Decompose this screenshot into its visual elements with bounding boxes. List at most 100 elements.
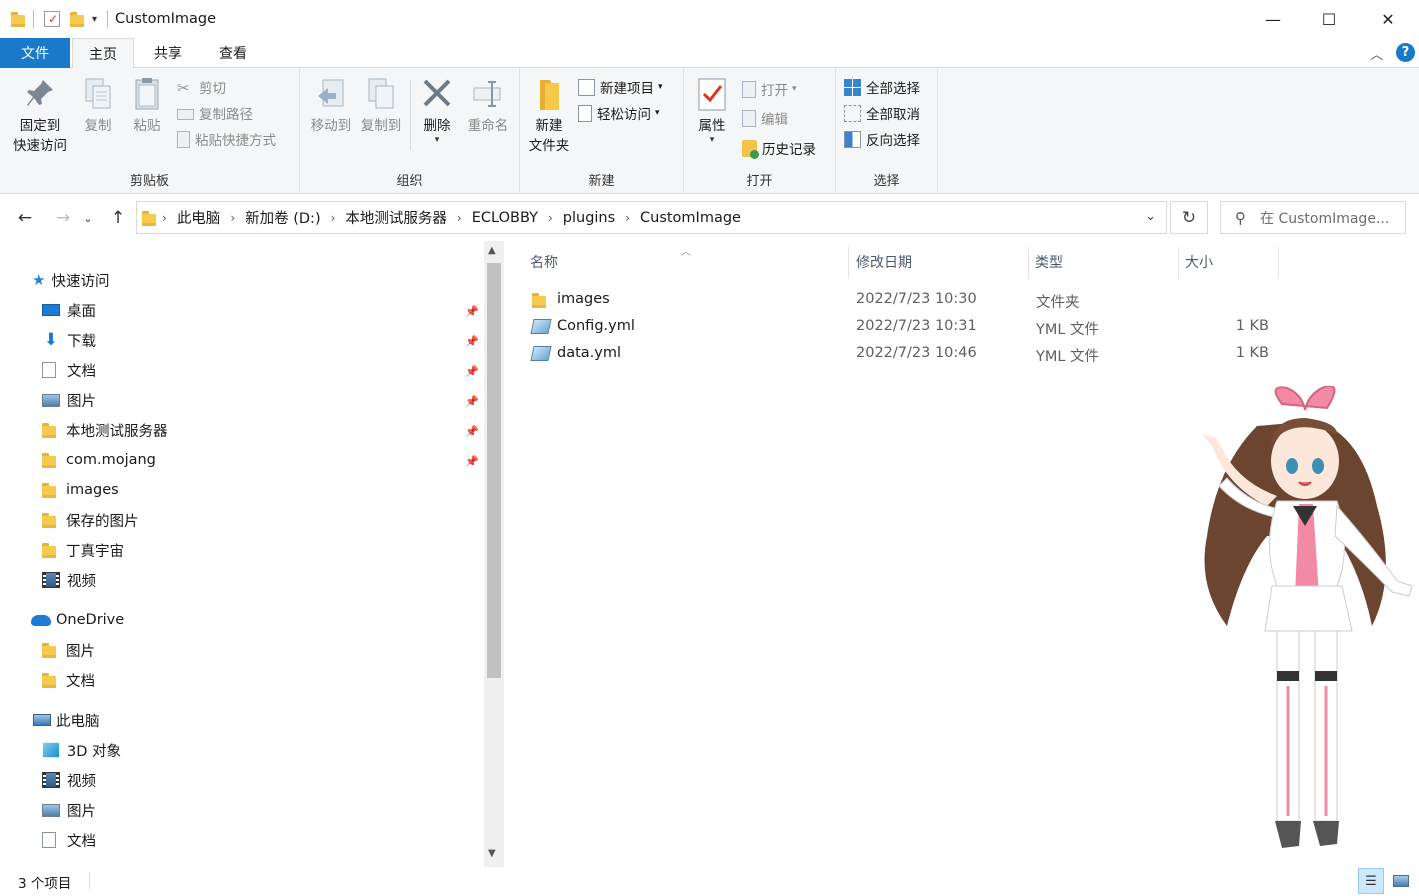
- up-button[interactable]: ↑: [104, 203, 132, 233]
- pin-icon[interactable]: 📌: [465, 364, 479, 378]
- address-dropdown-icon[interactable]: ⌄: [1145, 209, 1156, 224]
- tab-file[interactable]: 文件: [0, 38, 70, 68]
- nav-desktop[interactable]: 桌面: [42, 296, 96, 324]
- nav-3d-objects[interactable]: 3D 对象: [42, 736, 121, 764]
- edit-label: 编辑: [761, 112, 788, 128]
- tab-share[interactable]: 共享: [138, 38, 198, 68]
- copy-to-button[interactable]: 复制到: [356, 76, 406, 136]
- column-name[interactable]: 名称: [530, 249, 558, 275]
- paste-shortcut-button[interactable]: 粘贴快捷方式: [177, 127, 276, 151]
- breadcrumb-separator[interactable]: ›: [542, 211, 559, 225]
- breadcrumb-eclobby[interactable]: ECLOBBY: [468, 210, 542, 226]
- copy-button[interactable]: 复制: [78, 76, 118, 136]
- new-item-button[interactable]: 新建项目 ▾: [578, 75, 663, 99]
- column-size[interactable]: 大小: [1185, 249, 1213, 275]
- breadcrumb-customimage[interactable]: CustomImage: [636, 210, 745, 226]
- easy-access-button[interactable]: 轻松访问 ▾: [578, 101, 660, 125]
- nav-onedrive-documents[interactable]: 文档: [42, 666, 95, 694]
- pin-icon[interactable]: 📌: [465, 394, 479, 408]
- pin-icon[interactable]: 📌: [465, 334, 479, 348]
- breadcrumb-this-pc[interactable]: 此电脑: [173, 207, 225, 228]
- nav-dingzhen[interactable]: 丁真宇宙: [42, 536, 124, 564]
- up-arrow-icon: ↑: [110, 208, 126, 228]
- new-folder-label-2: 文件夹: [528, 138, 570, 154]
- nav-onedrive[interactable]: OneDrive: [31, 606, 124, 634]
- customize-toolbar-icon[interactable]: ▾: [92, 14, 97, 25]
- clipboard-group-label: 剪贴板: [129, 174, 169, 189]
- close-button[interactable]: ✕: [1359, 0, 1417, 38]
- edit-button[interactable]: 编辑: [742, 106, 788, 130]
- refresh-button[interactable]: ↻: [1170, 201, 1208, 234]
- nav-pc-videos[interactable]: 视频: [42, 766, 96, 794]
- nav-com-mojang[interactable]: com.mojang: [42, 446, 156, 474]
- nav-pc-pictures[interactable]: 图片: [42, 796, 96, 824]
- delete-button[interactable]: 删除 ▾: [416, 76, 458, 145]
- forward-button[interactable]: →: [49, 203, 77, 233]
- new-folder-button[interactable]: 新建 文件夹: [524, 76, 574, 156]
- large-icons-view-button[interactable]: [1388, 868, 1414, 894]
- nav-images[interactable]: images: [42, 476, 119, 504]
- file-row[interactable]: data.yml 2022/7/23 10:46 YML 文件 1 KB: [525, 340, 1285, 367]
- copy-path-button[interactable]: 复制路径: [177, 101, 253, 125]
- select-none-button[interactable]: 全部取消: [844, 101, 920, 125]
- select-all-button[interactable]: 全部选择: [844, 75, 920, 99]
- column-divider[interactable]: [848, 247, 849, 279]
- help-icon[interactable]: ?: [1396, 43, 1415, 62]
- invert-selection-button[interactable]: 反向选择: [844, 127, 920, 151]
- open-button[interactable]: 打开 ▾: [742, 77, 797, 101]
- back-button[interactable]: ←: [11, 203, 39, 233]
- cut-button[interactable]: ✂ 剪切: [177, 75, 226, 99]
- file-row[interactable]: Config.yml 2022/7/23 10:31 YML 文件 1 KB: [525, 313, 1285, 340]
- breadcrumb-separator[interactable]: ›: [325, 211, 342, 225]
- column-date[interactable]: 修改日期: [856, 249, 912, 275]
- details-view-button[interactable]: ☰: [1358, 868, 1384, 894]
- select-all-icon: [844, 78, 861, 96]
- rename-button[interactable]: 重命名: [463, 76, 513, 136]
- nav-videos[interactable]: 视频: [42, 566, 96, 594]
- column-divider[interactable]: [1278, 247, 1279, 279]
- minimize-button[interactable]: —: [1244, 0, 1302, 38]
- nav-pc-documents[interactable]: 文档: [42, 826, 96, 854]
- properties-check-icon[interactable]: ✓: [44, 11, 60, 27]
- maximize-button[interactable]: ☐: [1300, 0, 1358, 38]
- nav-this-pc[interactable]: 此电脑: [33, 706, 100, 734]
- nav-local-server[interactable]: 本地测试服务器: [42, 416, 168, 444]
- breadcrumb-plugins[interactable]: plugins: [559, 210, 619, 226]
- search-input[interactable]: ⚲ 在 CustomImage...: [1220, 201, 1406, 234]
- pin-to-quick-access-button[interactable]: 固定到 快速访问: [8, 76, 72, 156]
- pin-icon[interactable]: 📌: [465, 424, 479, 438]
- history-button[interactable]: 历史记录: [742, 136, 816, 160]
- address-bar[interactable]: › 此电脑 › 新加卷 (D:) › 本地测试服务器 › ECLOBBY › p…: [136, 201, 1167, 234]
- nav-pictures[interactable]: 图片: [42, 386, 96, 414]
- nav-saved-pictures[interactable]: 保存的图片: [42, 506, 139, 534]
- copy-label: 复制: [84, 118, 112, 134]
- breadcrumb-drive-d[interactable]: 新加卷 (D:): [241, 207, 324, 228]
- nav-downloads[interactable]: ⬇ 下载: [42, 326, 96, 354]
- nav-documents[interactable]: 文档: [42, 356, 96, 384]
- scroll-up-icon[interactable]: ▲: [488, 245, 496, 256]
- column-divider[interactable]: [1028, 247, 1029, 279]
- new-folder-icon[interactable]: [70, 11, 84, 27]
- pin-icon[interactable]: 📌: [465, 304, 479, 318]
- breadcrumb-separator[interactable]: ›: [224, 211, 241, 225]
- move-to-button[interactable]: 移动到: [306, 76, 356, 136]
- nav-onedrive-pictures[interactable]: 图片: [42, 636, 95, 664]
- new-group-label: 新建: [588, 174, 615, 189]
- paste-button[interactable]: 粘贴: [126, 76, 168, 136]
- tab-view[interactable]: 查看: [203, 38, 263, 68]
- file-row[interactable]: images 2022/7/23 10:30 文件夹: [525, 286, 1285, 313]
- breadcrumb-separator[interactable]: ›: [451, 211, 468, 225]
- tab-home[interactable]: 主页: [72, 38, 134, 69]
- column-divider[interactable]: [1178, 247, 1179, 279]
- breadcrumb-local-server[interactable]: 本地测试服务器: [341, 207, 451, 228]
- column-type[interactable]: 类型: [1035, 249, 1063, 275]
- pin-icon[interactable]: 📌: [465, 454, 479, 468]
- collapse-ribbon-icon[interactable]: ︿: [1370, 44, 1383, 63]
- properties-button[interactable]: 属性 ▾: [690, 76, 734, 145]
- nav-scrollbar[interactable]: ▲ ▼: [484, 241, 504, 867]
- nav-quick-access[interactable]: ★ 快速访问: [32, 266, 109, 294]
- recent-locations-button[interactable]: ⌄: [80, 203, 96, 233]
- nav-scrollbar-thumb[interactable]: [487, 263, 501, 678]
- scroll-down-icon[interactable]: ▼: [488, 848, 496, 859]
- breadcrumb-separator[interactable]: ›: [619, 211, 636, 225]
